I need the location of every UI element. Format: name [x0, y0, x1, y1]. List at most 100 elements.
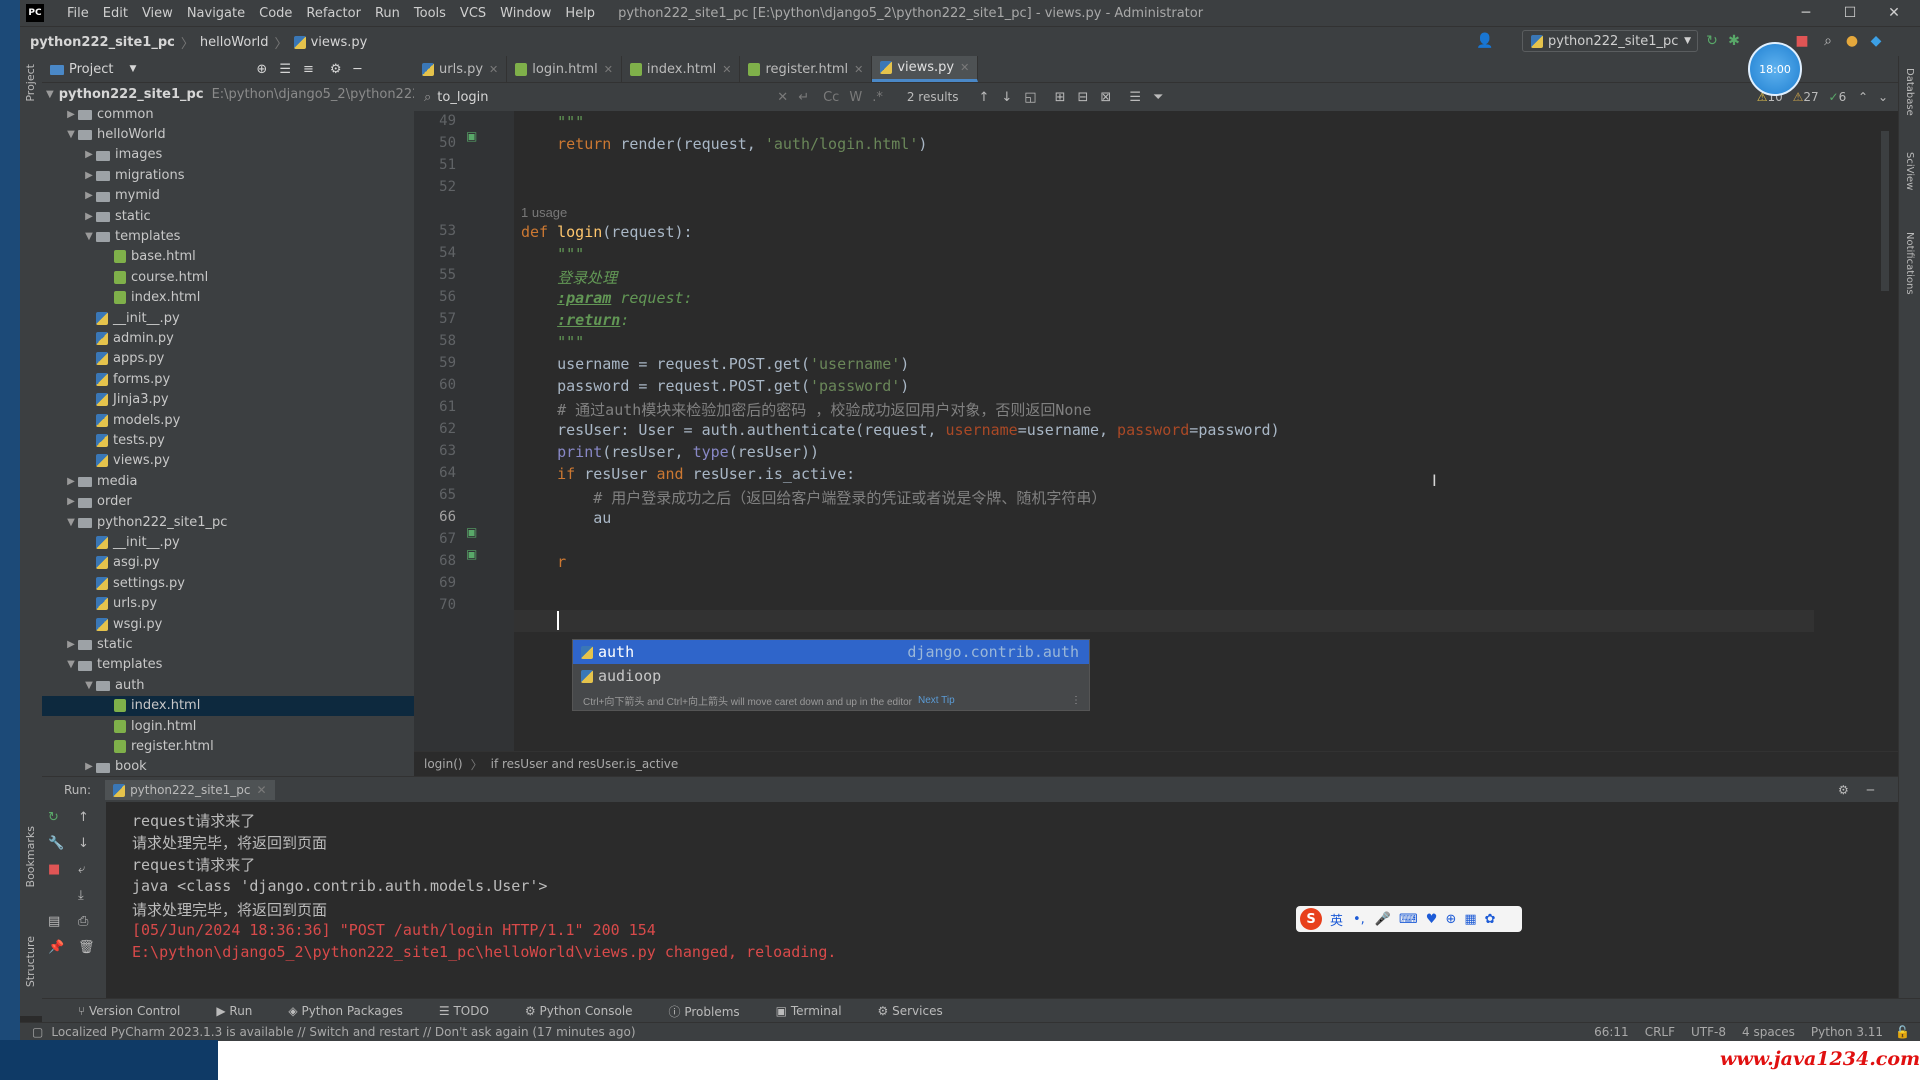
close-tab-icon[interactable]: ✕	[854, 63, 863, 76]
chevron-down-icon[interactable]: ▼	[64, 517, 78, 528]
tree-item[interactable]: ▶ migrations	[42, 165, 414, 185]
pin-icon[interactable]: 📌	[48, 940, 64, 955]
tab-urls-py[interactable]: urls.py ✕	[414, 56, 508, 82]
run-tab[interactable]: python222_site1_pc ✕	[105, 780, 275, 800]
filter-icon[interactable]: ⏷	[1153, 90, 1163, 105]
tree-item[interactable]: login.html	[42, 716, 414, 736]
skin-icon[interactable]: ♥	[1426, 912, 1438, 927]
chevron-down-icon[interactable]: ▼	[82, 680, 96, 691]
chevron-down-icon[interactable]: ▼	[64, 129, 78, 140]
code-line[interactable]: if resUser and resUser.is_active:	[521, 465, 855, 483]
project-panel-title[interactable]: Project	[69, 62, 113, 77]
apps-icon[interactable]: ▦	[1464, 912, 1476, 927]
run-gutter-icon[interactable]: ▣	[466, 129, 477, 143]
keyboard-icon[interactable]: ⌨	[1399, 912, 1418, 927]
tool-todo[interactable]: ☰ TODO	[421, 1004, 489, 1018]
tool-services[interactable]: ⚙ Services	[860, 1004, 943, 1018]
caret-position[interactable]: 66:11	[1594, 1025, 1629, 1039]
updates-icon[interactable]: ●	[1844, 33, 1860, 49]
tree-item[interactable]: wsgi.py	[42, 614, 414, 634]
close-tab-icon[interactable]: ✕	[489, 63, 498, 76]
close-tab-icon[interactable]: ✕	[960, 61, 969, 74]
tree-item[interactable]: urls.py	[42, 594, 414, 614]
tree-item[interactable]: ▼ auth	[42, 675, 414, 695]
microphone-icon[interactable]: 🎤	[1375, 912, 1391, 927]
hide-panel-icon[interactable]: ─	[1867, 783, 1874, 797]
run-gutter-icon[interactable]: ▣	[466, 525, 477, 539]
tool-run[interactable]: ▶ Run	[198, 1004, 252, 1018]
tree-item[interactable]: ▶ order	[42, 492, 414, 512]
breadcrumb-block[interactable]: if resUser and resUser.is_active	[491, 757, 679, 771]
tree-item[interactable]: ▶ mymid	[42, 186, 414, 206]
code-line[interactable]: def login(request):	[521, 223, 693, 241]
arrow-down-icon[interactable]: ↓	[78, 836, 89, 851]
tree-item[interactable]: __init__.py	[42, 308, 414, 328]
wrench-icon[interactable]: 🔧	[48, 836, 64, 851]
menu-item-window[interactable]: Window	[493, 6, 558, 21]
floating-avatar[interactable]: 18:00	[1748, 42, 1802, 96]
code-line[interactable]: 登录处理	[521, 267, 617, 288]
tab-index-html[interactable]: index.html ✕	[622, 56, 741, 82]
menu-item-refactor[interactable]: Refactor	[299, 6, 368, 21]
regex-toggle[interactable]: .*	[872, 90, 883, 105]
sciview-tool-tab[interactable]: SciView	[1904, 152, 1915, 190]
status-message[interactable]: Localized PyCharm 2023.1.3 is available …	[51, 1025, 635, 1039]
minimize-button[interactable]: ─	[1784, 0, 1828, 26]
open-in-window-icon[interactable]: ◱	[1024, 90, 1036, 105]
tree-root[interactable]: ▼ python222_site1_pc E:\python\django5_2…	[42, 84, 414, 104]
filter-options-icon[interactable]: ☰	[1129, 90, 1141, 105]
sogou-logo-icon[interactable]: S	[1300, 908, 1322, 930]
tree-item[interactable]: ▶ common	[42, 104, 414, 124]
rerun-icon[interactable]: ↻	[48, 810, 59, 825]
tree-item[interactable]: views.py	[42, 451, 414, 471]
stop-icon[interactable]: ■	[48, 862, 60, 877]
database-tool-tab[interactable]: Database	[1904, 68, 1915, 116]
lock-icon[interactable]: 🔓	[1895, 1025, 1910, 1039]
chevron-up-icon[interactable]: ⌃	[1858, 90, 1868, 104]
menu-item-vcs[interactable]: VCS	[453, 6, 493, 21]
arrow-down-icon[interactable]: ↓	[1001, 90, 1012, 105]
code-line[interactable]: """	[521, 245, 584, 263]
game-icon[interactable]: ⊕	[1445, 912, 1456, 927]
chevron-right-icon[interactable]: ▶	[64, 476, 78, 487]
completion-item-auth[interactable]: auth django.contrib.auth	[573, 640, 1089, 664]
indent-setting[interactable]: 4 spaces	[1742, 1025, 1795, 1039]
code-line[interactable]: return render(request, 'auth/login.html'…	[521, 135, 927, 153]
clear-search-icon[interactable]: ✕	[777, 90, 788, 105]
expand-all-icon[interactable]: ☰	[279, 62, 291, 77]
search-icon[interactable]: ⌕	[1820, 33, 1836, 49]
code-line[interactable]: print(resUser, type(resUser))	[521, 443, 819, 461]
completion-item-audioop[interactable]: audioop	[573, 664, 1089, 688]
tree-item[interactable]: models.py	[42, 410, 414, 430]
menu-item-help[interactable]: Help	[558, 6, 602, 21]
stop-icon[interactable]: ■	[1794, 33, 1810, 49]
breadcrumb-function[interactable]: login()	[424, 757, 463, 771]
tree-item[interactable]: admin.py	[42, 328, 414, 348]
debug-icon[interactable]: ✱	[1726, 33, 1742, 49]
chevron-right-icon[interactable]: ▶	[64, 639, 78, 650]
menu-item-view[interactable]: View	[135, 6, 180, 21]
match-case-toggle[interactable]: Cc	[823, 90, 839, 105]
chevron-down-icon[interactable]: ▼	[64, 659, 78, 670]
code-line[interactable]: username = request.POST.get('username')	[521, 355, 909, 373]
run-console[interactable]: ↻ ↑ 🔧 ↓ ■ ⤶ ⤓ ▤ ⎙ 📌 🗑 request请求来了 请求处理完毕，…	[42, 802, 1898, 998]
ime-language[interactable]: 英	[1330, 910, 1343, 929]
tree-item[interactable]: index.html	[42, 288, 414, 308]
chevron-down-icon[interactable]: ▼	[129, 64, 136, 74]
menu-item-tools[interactable]: Tools	[407, 6, 453, 21]
code-line[interactable]: :return:	[521, 311, 629, 329]
menu-item-edit[interactable]: Edit	[96, 6, 135, 21]
tree-item[interactable]: settings.py	[42, 573, 414, 593]
tree-item[interactable]: ▶ static	[42, 206, 414, 226]
code-line[interactable]: # 通过auth模块来检验加密后的密码 ，校验成功返回用户对象，否则返回None	[521, 399, 1091, 420]
project-tool-tab[interactable]: Project	[24, 64, 37, 102]
code-line[interactable]: :param request:	[521, 289, 692, 307]
tree-item[interactable]: __init__.py	[42, 532, 414, 552]
close-tab-icon[interactable]: ✕	[256, 783, 266, 797]
close-tab-icon[interactable]: ✕	[604, 63, 613, 76]
tree-item[interactable]: course.html	[42, 267, 414, 287]
code-line[interactable]: r	[521, 553, 566, 571]
next-tip-link[interactable]: Next Tip	[918, 695, 955, 706]
settings-icon[interactable]: ✿	[1485, 912, 1496, 927]
punctuation-icon[interactable]: •,	[1353, 912, 1365, 927]
